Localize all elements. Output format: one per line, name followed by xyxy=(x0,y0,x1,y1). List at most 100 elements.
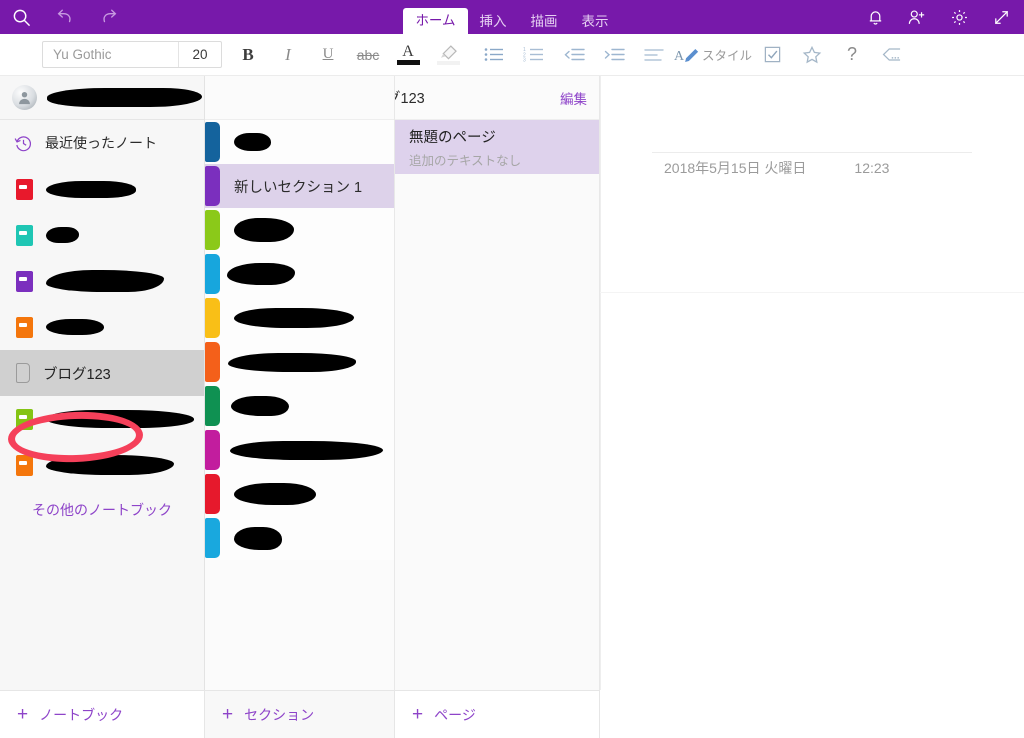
section-color-tab xyxy=(205,474,220,514)
highlighter-swatch xyxy=(436,61,460,65)
font-name-input[interactable]: Yu Gothic xyxy=(43,42,179,67)
help-label: ? xyxy=(847,44,858,64)
styles-icon[interactable]: A スタイル xyxy=(674,34,752,76)
notebook-row[interactable] xyxy=(0,166,204,212)
bold-button[interactable]: B xyxy=(228,34,268,76)
tab-insert[interactable]: 挿入 xyxy=(468,9,519,34)
section-row[interactable] xyxy=(205,296,394,340)
section-row[interactable] xyxy=(205,516,394,560)
expand-icon[interactable] xyxy=(986,2,1016,32)
star-important-icon[interactable] xyxy=(792,34,832,76)
numbered-list-icon[interactable]: 1 2 3 xyxy=(514,34,554,76)
section-row[interactable] xyxy=(205,472,394,516)
note-canvas[interactable]: 2018年5月15日 火曜日 12:23 xyxy=(600,76,1024,738)
page-title-underline xyxy=(652,152,972,153)
other-notebooks-link[interactable]: その他のノートブック xyxy=(0,488,204,532)
add-person-icon[interactable] xyxy=(902,2,932,32)
onenote-app-window: ホーム 挿入 描画 表示 Yu Gothic 20 B I U abc A 1 … xyxy=(0,0,1024,738)
notebook-row[interactable] xyxy=(0,212,204,258)
add-section-button[interactable]: + セクション xyxy=(205,690,395,738)
section-name-redacted xyxy=(234,483,316,505)
notebook-row[interactable] xyxy=(0,258,204,304)
font-controls: Yu Gothic 20 xyxy=(42,41,222,68)
section-name-redacted xyxy=(234,526,282,550)
align-left-icon[interactable] xyxy=(634,34,674,76)
redo-icon[interactable] xyxy=(94,2,124,32)
notebook-row[interactable] xyxy=(0,442,204,488)
todo-checkbox-icon[interactable] xyxy=(752,34,792,76)
increase-indent-icon[interactable] xyxy=(594,34,634,76)
svg-text:3: 3 xyxy=(523,58,526,63)
notebook-name-redacted xyxy=(46,455,174,475)
page-title: 無題のページ xyxy=(409,129,496,146)
section-list: 新しいセクション 1 xyxy=(205,120,394,560)
italic-button[interactable]: I xyxy=(268,34,308,76)
section-row[interactable] xyxy=(205,208,394,252)
notebook-icon xyxy=(16,363,30,383)
notebook-icon xyxy=(16,270,33,292)
notebook-row[interactable] xyxy=(0,396,204,442)
notebook-name-label: ブログ123 xyxy=(43,366,111,383)
notebook-list-panel: 最近使ったノート ブログ123 その他のノートブック xyxy=(0,76,205,690)
account-row[interactable] xyxy=(0,76,204,120)
notebook-row[interactable] xyxy=(0,304,204,350)
strikethrough-label: abc xyxy=(356,46,380,63)
section-row[interactable] xyxy=(205,384,394,428)
tag-more-icon[interactable] xyxy=(872,34,912,76)
recent-notes-row[interactable]: 最近使ったノート xyxy=(0,120,204,166)
page-row-untitled[interactable]: 無題のページ 追加のテキストなし xyxy=(395,120,599,174)
canvas-bottom-spacer xyxy=(600,690,1024,738)
tab-home[interactable]: ホーム xyxy=(403,8,468,34)
section-row[interactable] xyxy=(205,340,394,384)
bullet-list-icon[interactable] xyxy=(474,34,514,76)
notebook-name-redacted xyxy=(46,227,79,243)
notebook-name-redacted xyxy=(46,180,136,198)
notebook-name-redacted xyxy=(46,319,104,335)
search-icon[interactable] xyxy=(6,2,36,32)
notebook-icon xyxy=(16,316,33,338)
section-panel-header xyxy=(205,76,394,120)
page-panel-header: ブログ123 編集 xyxy=(395,76,599,120)
tab-draw[interactable]: 描画 xyxy=(519,9,570,34)
tab-view[interactable]: 表示 xyxy=(570,9,621,34)
notebook-row-blog123[interactable]: ブログ123 xyxy=(0,350,204,396)
notebook-icon xyxy=(16,178,33,200)
plus-icon: + xyxy=(17,704,29,725)
styles-label: スタイル xyxy=(702,49,753,63)
page-list-panel: ブログ123 編集 無題のページ 追加のテキストなし xyxy=(395,76,600,690)
edit-pages-link[interactable]: 編集 xyxy=(560,88,587,108)
underline-label: U xyxy=(322,46,334,62)
add-notebook-button[interactable]: + ノートブック xyxy=(0,690,205,738)
section-name-redacted xyxy=(234,133,271,151)
formatting-toolbar: Yu Gothic 20 B I U abc A 1 2 3 A スタイル ? xyxy=(0,34,1024,76)
section-row[interactable] xyxy=(205,252,394,296)
undo-icon[interactable] xyxy=(50,2,80,32)
section-row[interactable] xyxy=(205,428,394,472)
help-icon[interactable]: ? xyxy=(832,34,872,76)
canvas-divider xyxy=(600,292,1024,293)
section-name-label: 新しいセクション 1 xyxy=(234,179,363,196)
underline-button[interactable]: U xyxy=(308,34,348,76)
strikethrough-button[interactable]: abc xyxy=(348,34,388,76)
section-name-redacted xyxy=(234,218,294,242)
page-subtitle: 追加のテキストなし xyxy=(409,153,522,168)
font-size-input[interactable]: 20 xyxy=(179,42,221,67)
section-row-new-section-1[interactable]: 新しいセクション 1 xyxy=(205,164,394,208)
section-color-tab xyxy=(205,166,220,206)
font-color-button[interactable]: A xyxy=(388,34,428,76)
add-page-button[interactable]: + ページ xyxy=(395,690,600,738)
account-name-redacted xyxy=(47,88,202,107)
notebook-name-redacted xyxy=(46,270,164,292)
decrease-indent-icon[interactable] xyxy=(554,34,594,76)
plus-icon: + xyxy=(222,704,234,725)
settings-gear-icon[interactable] xyxy=(944,2,974,32)
highlighter-button[interactable] xyxy=(428,34,468,76)
section-row[interactable] xyxy=(205,120,394,164)
bottom-action-bar: + ノートブック + セクション + ページ xyxy=(0,690,600,738)
page-date: 2018年5月15日 火曜日 xyxy=(664,160,807,176)
section-color-tab xyxy=(205,122,220,162)
section-color-tab xyxy=(205,254,220,294)
section-color-tab xyxy=(205,518,220,558)
notification-bell-icon[interactable] xyxy=(860,2,890,32)
ribbon-left-actions xyxy=(0,0,124,34)
